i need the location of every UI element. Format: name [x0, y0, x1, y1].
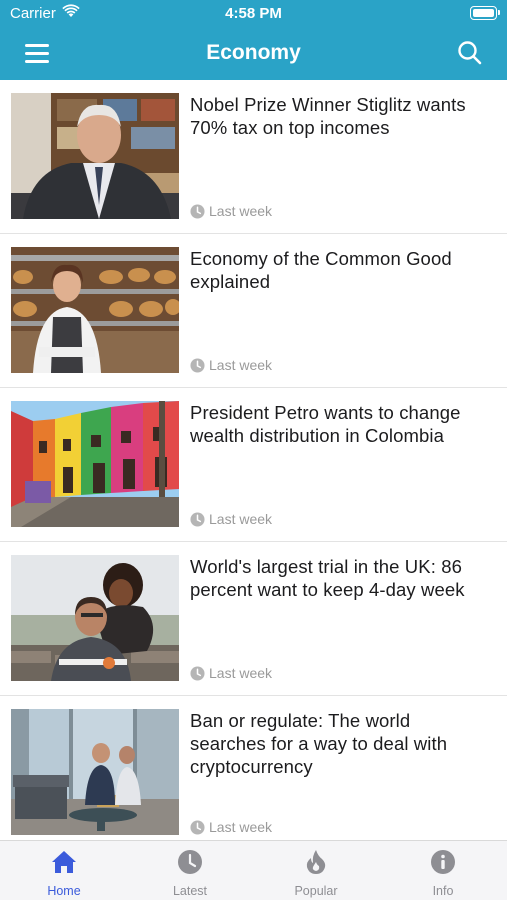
nav-bar: Economy — [0, 28, 507, 80]
article-meta: Last week — [190, 664, 272, 682]
app-header: Carrier 4:58 PM Economy — [0, 0, 507, 80]
status-time: 4:58 PM — [225, 5, 282, 22]
article-time: Last week — [209, 511, 273, 527]
status-bar: Carrier 4:58 PM — [0, 0, 507, 28]
clock-icon — [190, 511, 205, 527]
clock-icon — [190, 665, 205, 681]
article-time: Last week — [209, 665, 273, 681]
tab-home[interactable]: Home — [1, 841, 127, 900]
article-item[interactable]: President Petro wants to change wealth d… — [0, 388, 507, 542]
flame-icon — [306, 850, 326, 874]
article-meta: Last week — [190, 818, 272, 836]
article-item[interactable]: Nobel Prize Winner Stiglitz wants 70% ta… — [0, 80, 507, 234]
clock-icon — [190, 203, 205, 219]
page-title: Economy — [206, 41, 301, 64]
article-title: President Petro wants to change wealth d… — [190, 402, 461, 446]
article-meta: Last week — [190, 510, 272, 528]
article-meta: Last week — [190, 356, 272, 374]
article-time: Last week — [209, 819, 273, 835]
tab-label: Latest — [172, 884, 208, 898]
info-icon — [431, 850, 455, 874]
article-thumbnail — [11, 555, 179, 681]
article-title: World's largest trial in the UK: 86 perc… — [190, 556, 465, 600]
home-icon — [52, 851, 76, 873]
article-thumbnail — [11, 401, 179, 527]
article-title: Ban or regulate: The world searches for … — [190, 710, 448, 777]
clock-icon — [178, 850, 202, 874]
tab-label: Home — [47, 884, 81, 898]
article-thumbnail — [11, 93, 179, 219]
article-item[interactable]: Economy of the Common Good explained Las… — [0, 234, 507, 388]
article-time: Last week — [209, 357, 273, 373]
article-thumbnail — [11, 709, 179, 835]
tab-latest[interactable]: Latest — [127, 841, 253, 900]
article-title: Nobel Prize Winner Stiglitz wants 70% ta… — [190, 94, 466, 138]
clock-icon — [190, 357, 205, 373]
battery-icon — [470, 6, 500, 20]
tab-bar: Home Latest Popular Info — [0, 840, 507, 900]
search-button[interactable] — [455, 38, 485, 68]
article-item[interactable]: Ban or regulate: The world searches for … — [0, 696, 507, 840]
tab-info[interactable]: Info — [380, 841, 506, 900]
article-item[interactable]: World's largest trial in the UK: 86 perc… — [0, 542, 507, 696]
tab-label: Popular — [294, 884, 338, 898]
article-list[interactable]: Nobel Prize Winner Stiglitz wants 70% ta… — [0, 80, 507, 840]
article-meta: Last week — [190, 202, 272, 220]
article-time: Last week — [209, 203, 273, 219]
tab-popular[interactable]: Popular — [253, 841, 379, 900]
clock-icon — [190, 819, 205, 835]
article-thumbnail — [11, 247, 179, 373]
search-icon — [458, 41, 482, 65]
article-title: Economy of the Common Good explained — [190, 248, 452, 292]
tab-label: Info — [432, 884, 454, 898]
